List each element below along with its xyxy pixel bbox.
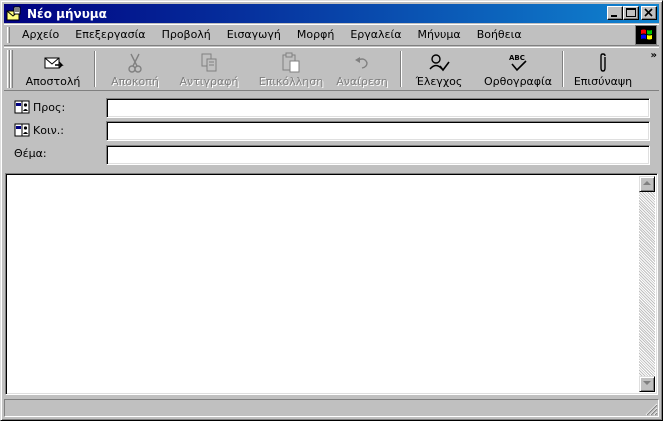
check-names-button[interactable]: Έλεγχος [408, 50, 470, 90]
menu-view[interactable]: Προβολή [154, 27, 219, 43]
toolbar-overflow-chevron-icon[interactable]: » [651, 50, 658, 61]
check-names-icon [428, 52, 450, 74]
menu-items: Αρχείο Επεξεργασία Προβολή Εισαγωγή Μορφ… [18, 27, 530, 43]
cc-label-button[interactable]: Κοιν.: [14, 123, 64, 137]
to-field[interactable] [106, 98, 650, 118]
undo-icon [352, 52, 372, 74]
cc-label: Κοιν.: [33, 123, 65, 137]
title-bar[interactable]: Νέο μήνυμα [4, 4, 659, 23]
menu-help[interactable]: Βοήθεια [469, 27, 530, 43]
check-names-label: Έλεγχος [415, 75, 463, 88]
menu-format[interactable]: Μορφή [289, 27, 342, 43]
close-button[interactable] [641, 6, 657, 20]
address-book-icon [14, 100, 30, 114]
undo-label: Αναίρεση [336, 75, 388, 88]
spelling-button[interactable]: ABC Ορθογραφία [478, 50, 558, 90]
toolbar-separator [562, 51, 564, 87]
minimize-button[interactable] [607, 6, 623, 20]
maximize-button[interactable] [623, 6, 639, 20]
menu-message[interactable]: Μήνυμα [409, 27, 468, 43]
window-title: Νέο μήνυμα [27, 6, 107, 21]
spelling-icon: ABC [506, 52, 530, 74]
attach-label: Επισύναψη [573, 75, 633, 88]
copy-icon [199, 52, 219, 74]
menu-tools[interactable]: Εργαλεία [342, 27, 409, 43]
address-book-icon [14, 123, 30, 137]
envelope-new-icon [6, 6, 22, 22]
paste-icon [281, 52, 301, 74]
cc-row: Κοιν.: [4, 120, 659, 142]
close-icon [644, 8, 653, 17]
send-label: Αποστολή [25, 75, 81, 88]
cut-button[interactable]: Αποκοπή [104, 50, 166, 90]
toolbar-separator [94, 51, 96, 87]
menu-file[interactable]: Αρχείο [18, 27, 67, 43]
menubar-grip[interactable] [7, 27, 10, 43]
paste-button[interactable]: Επικόλληση [254, 50, 328, 90]
subject-field[interactable] [106, 145, 650, 165]
copy-button[interactable]: Αντιγραφή [174, 50, 244, 90]
spelling-label: Ορθογραφία [483, 75, 553, 88]
maximize-icon [626, 8, 636, 17]
resize-grip-icon[interactable] [645, 403, 658, 416]
message-header-fields: Προς: Κοιν.: Θέμα: [4, 93, 659, 171]
subject-label-wrap: Θέμα: [14, 147, 47, 160]
to-label-button[interactable]: Προς: [14, 100, 65, 114]
arrow-down-icon [643, 381, 651, 385]
minimize-icon [611, 15, 617, 17]
subject-label: Θέμα: [14, 147, 47, 160]
window-controls [607, 6, 657, 20]
toolbar-separator [400, 51, 402, 87]
cut-label: Αποκοπή [111, 75, 159, 88]
send-button[interactable]: Αποστολή [20, 50, 86, 90]
menu-bar: Αρχείο Επεξεργασία Προβολή Εισαγωγή Μορφ… [4, 24, 659, 46]
to-label: Προς: [33, 100, 66, 114]
message-body-editor[interactable] [5, 173, 658, 395]
arrow-up-icon [643, 181, 651, 185]
scissors-icon [125, 52, 145, 74]
to-row: Προς: [4, 97, 659, 119]
menu-edit[interactable]: Επεξεργασία [67, 27, 153, 43]
status-panel [4, 399, 659, 417]
svg-text:ABC: ABC [509, 54, 525, 62]
windows-logo-icon [635, 25, 657, 45]
copy-label: Αντιγραφή [179, 75, 239, 88]
toolbar-grip[interactable] [7, 50, 13, 88]
attach-button[interactable]: Επισύναψη [570, 50, 636, 90]
undo-button[interactable]: Αναίρεση [332, 50, 392, 90]
vertical-scrollbar[interactable] [639, 176, 655, 392]
cc-field[interactable] [106, 121, 650, 141]
paperclip-icon [596, 52, 610, 74]
toolbar: Αποστολή Αποκοπή Αντιγραφή Επικόλληση Αν… [4, 47, 659, 91]
scroll-down-button[interactable] [639, 376, 655, 392]
paste-label: Επικόλληση [258, 75, 324, 88]
message-window: Νέο μήνυμα Αρχείο Επεξεργασία Προβολή Ει… [0, 0, 663, 421]
scroll-up-button[interactable] [639, 176, 655, 192]
send-icon [42, 52, 64, 74]
menu-insert[interactable]: Εισαγωγή [219, 27, 289, 43]
status-bar [4, 399, 659, 417]
subject-row: Θέμα: [4, 144, 659, 166]
